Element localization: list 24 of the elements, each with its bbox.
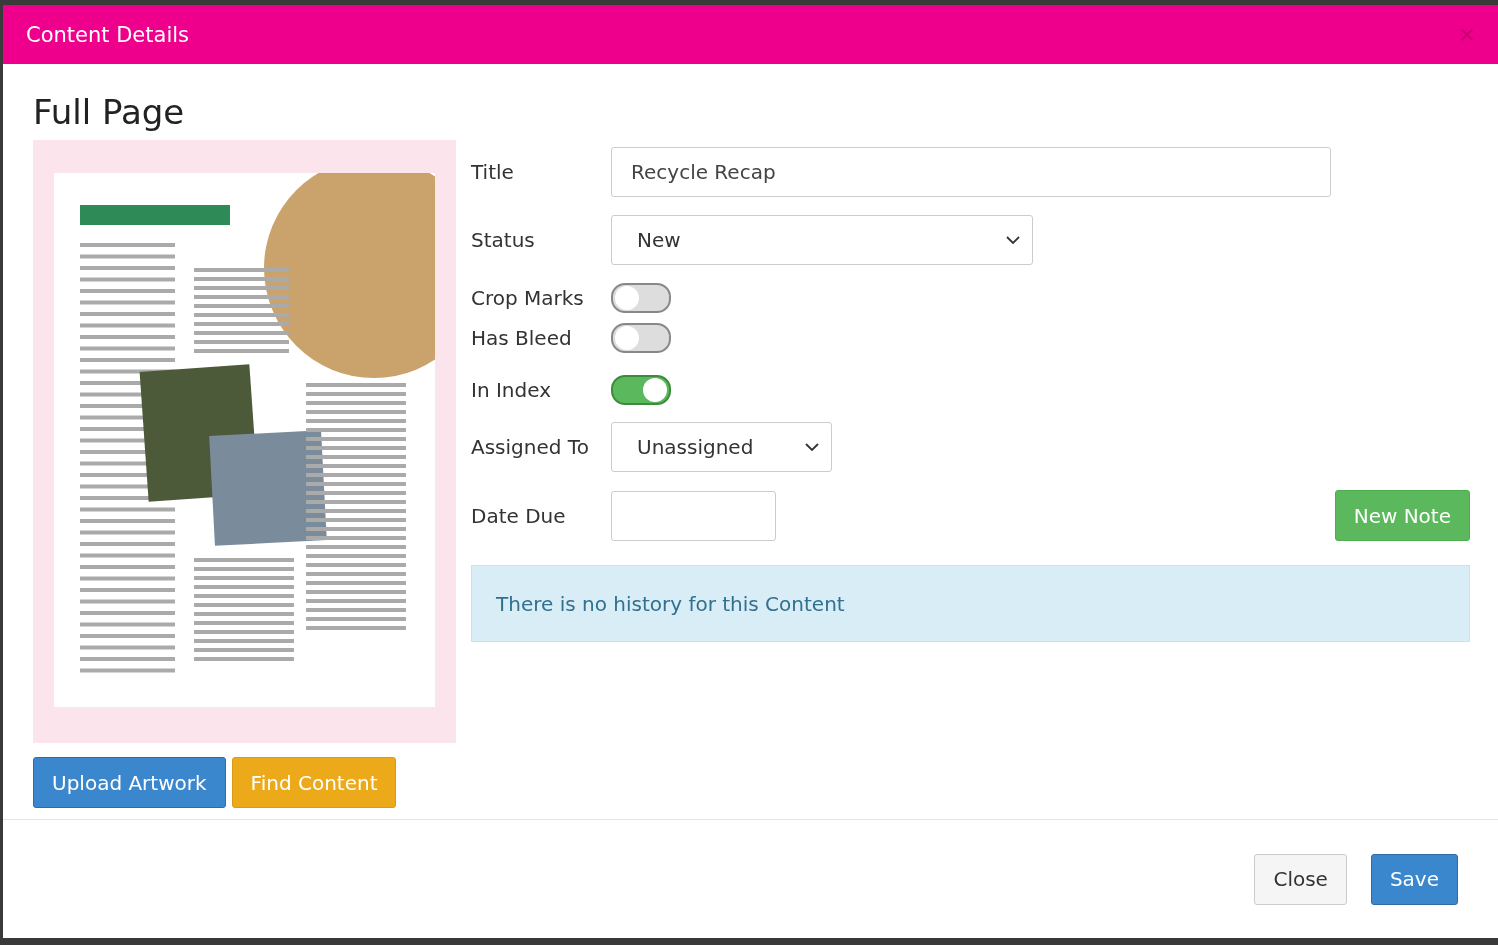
field-label: Assigned To bbox=[471, 435, 590, 459]
dropdown-select[interactable]: New bbox=[611, 215, 1033, 265]
toggle-switch[interactable] bbox=[611, 323, 671, 353]
chevron-down-icon bbox=[1006, 236, 1020, 244]
modal-title: Content Details bbox=[26, 22, 189, 47]
history-info-alert: There is no history for this Content bbox=[471, 565, 1470, 642]
find-content-button[interactable]: Find Content bbox=[231, 757, 397, 808]
field-label: Title bbox=[471, 160, 515, 184]
dropdown-select[interactable]: Unassigned bbox=[611, 422, 832, 472]
field-label: Status bbox=[471, 228, 536, 252]
save-button[interactable]: Save bbox=[1370, 853, 1458, 905]
field-label: In Index bbox=[471, 378, 552, 402]
field-label: Date Due bbox=[471, 503, 567, 528]
close-button[interactable]: Close bbox=[1254, 853, 1347, 905]
toggle-switch[interactable] bbox=[611, 283, 671, 313]
field-label: Crop Marks bbox=[471, 286, 585, 310]
chevron-down-icon bbox=[805, 443, 819, 451]
date-input[interactable] bbox=[611, 490, 776, 541]
page-type-heading: Full Page bbox=[33, 92, 186, 132]
upload-artwork-button[interactable]: Upload Artwork bbox=[33, 757, 226, 808]
title-input[interactable]: Recycle Recap bbox=[611, 147, 1331, 197]
field-label: Has Bleed bbox=[471, 326, 573, 350]
toggle-switch[interactable] bbox=[611, 375, 671, 405]
new-note-button[interactable]: New Note bbox=[1334, 490, 1470, 541]
